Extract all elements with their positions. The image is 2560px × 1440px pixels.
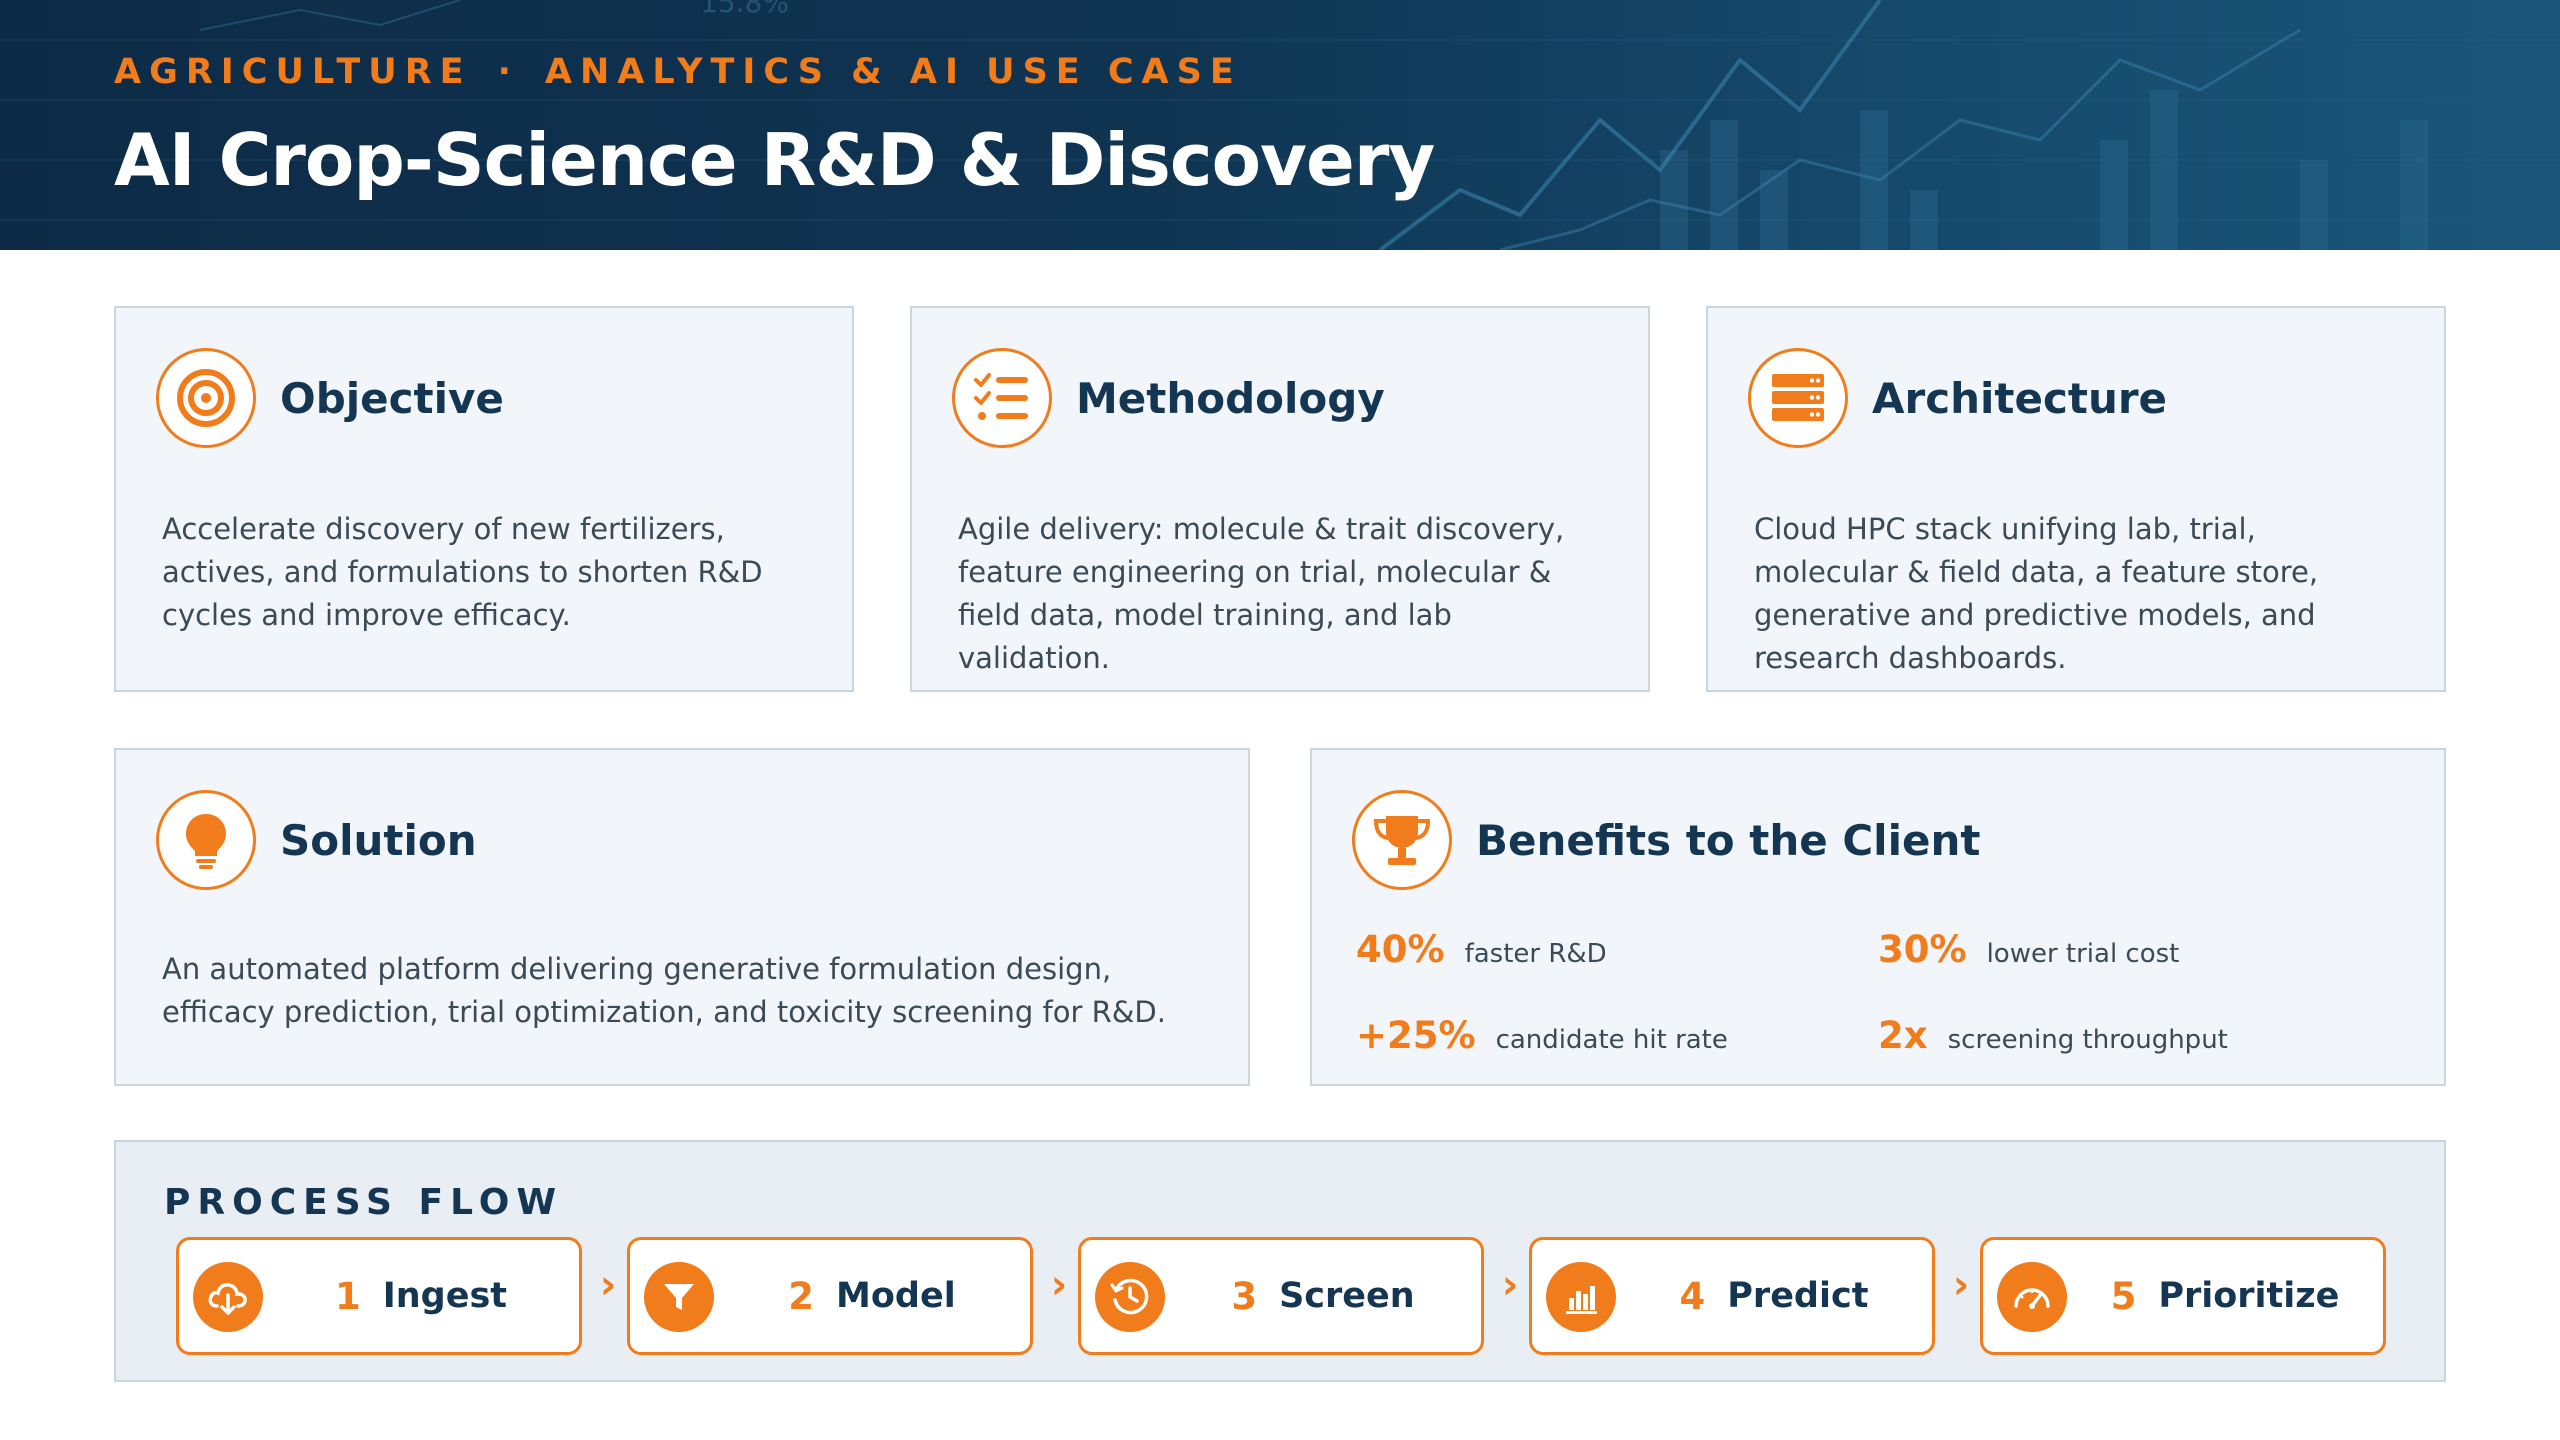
chevron-right-icon: › — [599, 1262, 617, 1308]
benefits-title: Benefits to the Client — [1476, 815, 1981, 865]
benefit-item: 2x screening throughput — [1878, 1014, 2228, 1057]
checklist-icon — [952, 348, 1052, 448]
eyebrow-separator: · — [497, 52, 519, 92]
process-step-prioritize: 5 Prioritize — [1980, 1237, 2386, 1355]
eyebrow-label: AGRICULTURE · ANALYTICS & AI USE CASE — [114, 52, 1242, 92]
architecture-card: Architecture Cloud HPC stack unifying la… — [1706, 306, 2446, 692]
benefit-label: screening throughput — [1947, 1025, 2228, 1055]
benefit-item: +25% candidate hit rate — [1356, 1014, 1728, 1057]
benefit-item: 30% lower trial cost — [1878, 928, 2179, 971]
solution-card: Solution An automated platform deliverin… — [114, 748, 1250, 1086]
lightbulb-icon — [156, 790, 256, 890]
objective-card-header: Objective — [156, 348, 504, 448]
step-name: Screen — [1279, 1276, 1415, 1316]
methodology-title: Methodology — [1076, 373, 1385, 423]
header-banner: 15.8% AGRICULTURE · ANALYTICS & AI USE CAS… — [0, 0, 2560, 250]
page-title: AI Crop-Science R&D & Discovery — [114, 118, 1435, 202]
process-flow-title: PROCESS FLOW — [164, 1182, 564, 1223]
benefit-value: 2x — [1878, 1014, 1928, 1057]
step-name: Ingest — [382, 1276, 508, 1316]
methodology-card-header: Methodology — [952, 348, 1385, 448]
server-icon — [1748, 348, 1848, 448]
benefit-label: lower trial cost — [1986, 939, 2180, 969]
eyebrow-industry: AGRICULTURE — [114, 52, 472, 92]
benefits-card-header: Benefits to the Client — [1352, 790, 1980, 890]
architecture-body: Cloud HPC stack unifying lab, trial, mol… — [1754, 512, 2319, 675]
process-flow-panel: PROCESS FLOW 1 Ingest › 2 Model › 3 Scre… — [114, 1140, 2446, 1382]
benefit-label: faster R&D — [1464, 939, 1607, 969]
step-name: Predict — [1727, 1276, 1869, 1316]
step-number: 5 — [2110, 1274, 2137, 1318]
step-name: Prioritize — [2158, 1276, 2340, 1316]
methodology-body: Agile delivery: molecule & trait discove… — [958, 512, 1565, 675]
step-label: 4 Predict — [1616, 1240, 1932, 1352]
step-number: 4 — [1679, 1274, 1706, 1318]
chevron-right-icon: › — [1501, 1262, 1519, 1308]
benefit-value: 40% — [1356, 928, 1445, 971]
solution-body: An automated platform delivering generat… — [162, 952, 1166, 1029]
step-label: 1 Ingest — [263, 1240, 579, 1352]
step-label: 5 Prioritize — [2067, 1240, 2383, 1352]
step-label: 2 Model — [714, 1240, 1030, 1352]
benefit-item: 40% faster R&D — [1356, 928, 1607, 971]
objective-card: Objective Accelerate discovery of new fe… — [114, 306, 854, 692]
benefit-label: candidate hit rate — [1495, 1025, 1728, 1055]
chevron-right-icon: › — [1952, 1262, 1970, 1308]
step-number: 3 — [1231, 1274, 1258, 1318]
header-background-figure: 15.8% — [700, 0, 789, 19]
clock-icon — [1095, 1262, 1165, 1332]
benefit-value: +25% — [1356, 1014, 1476, 1057]
objective-title: Objective — [280, 373, 504, 423]
target-icon — [156, 348, 256, 448]
process-step-predict: 4 Predict — [1529, 1237, 1935, 1355]
step-number: 2 — [788, 1274, 815, 1318]
process-step-ingest: 1 Ingest — [176, 1237, 582, 1355]
benefits-card: Benefits to the Client 40% faster R&D 30… — [1310, 748, 2446, 1086]
architecture-card-header: Architecture — [1748, 348, 2167, 448]
methodology-card: Methodology Agile delivery: molecule & t… — [910, 306, 1650, 692]
eyebrow-category: ANALYTICS & AI USE CASE — [544, 52, 1242, 92]
benefit-value: 30% — [1878, 928, 1967, 971]
process-step-screen: 3 Screen — [1078, 1237, 1484, 1355]
bar-chart-icon — [1546, 1262, 1616, 1332]
step-number: 1 — [334, 1274, 361, 1318]
chevron-right-icon: › — [1050, 1262, 1068, 1308]
solution-card-header: Solution — [156, 790, 477, 890]
objective-body: Accelerate discovery of new fertilizers,… — [162, 512, 763, 632]
process-step-model: 2 Model — [627, 1237, 1033, 1355]
trophy-icon — [1352, 790, 1452, 890]
filter-icon — [644, 1262, 714, 1332]
architecture-title: Architecture — [1872, 373, 2168, 423]
speedometer-icon — [1997, 1262, 2067, 1332]
step-label: 3 Screen — [1165, 1240, 1481, 1352]
solution-title: Solution — [280, 815, 477, 865]
cloud-download-icon — [193, 1262, 263, 1332]
step-name: Model — [836, 1276, 956, 1316]
